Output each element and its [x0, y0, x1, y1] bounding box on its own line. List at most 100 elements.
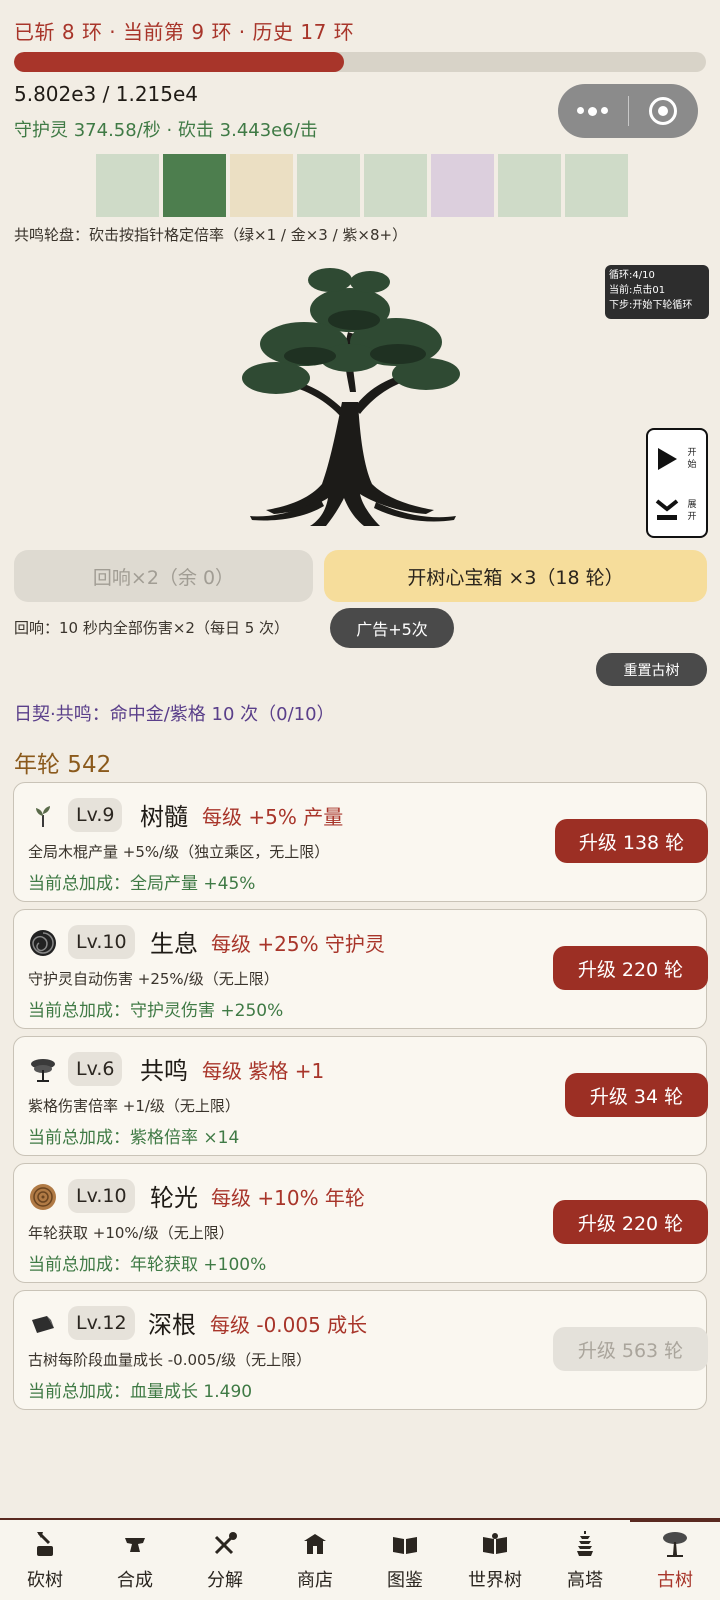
wheel-cell	[364, 154, 427, 217]
nav-item[interactable]: 高塔	[540, 1520, 630, 1600]
tree-hp-text: 5.802e3 / 1.215e4	[14, 82, 199, 106]
upgrade-total-bonus: 当前总加成：血量成长 1.490	[28, 1382, 253, 1402]
upgrade-total-bonus: 当前总加成：全局产量 +45%	[28, 874, 256, 894]
nav-item[interactable]: 世界树	[450, 1520, 540, 1600]
nav-label: 高塔	[567, 1570, 603, 1591]
nav-label: 分解	[207, 1570, 243, 1591]
loop-current: 当前:点击01	[609, 285, 666, 296]
miniprogram-capsule	[558, 84, 698, 138]
ancient-tree[interactable]	[230, 262, 470, 528]
nav-item[interactable]: 古树	[630, 1518, 720, 1600]
wood-ring-icon	[28, 1182, 58, 1212]
upgrade-total-bonus: 当前总加成：紫格倍率 ×14	[28, 1128, 240, 1148]
axe-stump-icon	[30, 1530, 60, 1558]
upgrade-card: Lv.10 轮光 每级 +10% 年轮 年轮获取 +10%/级（无上限） 当前总加成：年…	[13, 1163, 708, 1283]
auto-play-expand[interactable]: 展开	[648, 486, 706, 536]
anvil-icon	[120, 1530, 150, 1558]
nav-label: 世界树	[468, 1570, 522, 1591]
bottom-nav: 砍树 合成 分解 商店 图鉴 世界树 高塔 古树	[0, 1518, 720, 1600]
open-chest-button[interactable]: 开树心宝箱 ×3（18 轮）	[324, 550, 707, 602]
loop-count: 循环:4/10	[609, 270, 655, 281]
more-menu-icon[interactable]	[558, 106, 628, 116]
upgrade-level: Lv.6	[68, 1052, 123, 1086]
swirl-icon	[28, 928, 58, 958]
upgrade-total-bonus: 当前总加成：守护灵伤害 +250%	[28, 1001, 284, 1021]
upgrade-description: 守护灵自动伤害 +25%/级（无上限）	[28, 970, 279, 988]
nav-label: 砍树	[27, 1570, 63, 1591]
reset-tree-button[interactable]: 重置古树	[596, 653, 707, 686]
start-label: 开始	[687, 448, 697, 470]
stage-status: 已斩 8 环 · 当前第 9 环 · 历史 17 环	[14, 20, 355, 44]
wheel-cell	[96, 154, 159, 217]
nav-item[interactable]: 砍树	[0, 1520, 90, 1600]
upgrade-card: Lv.12 深根 每级 -0.005 成长古树每阶段血量成长 -0.005/级（无上…	[13, 1290, 708, 1410]
book-icon	[390, 1530, 420, 1558]
upgrade-button[interactable]: 升级 138 轮	[555, 819, 708, 863]
upgrade-name: 共鸣	[140, 1057, 188, 1085]
close-miniprogram-icon[interactable]	[629, 97, 699, 125]
tree-hp-bar	[14, 52, 706, 72]
play-icon	[648, 446, 686, 472]
expand-label: 展开	[687, 500, 697, 522]
auto-play-start[interactable]: 开始	[648, 434, 706, 484]
collapse-down-icon	[648, 498, 686, 524]
upgrade-button[interactable]: 升级 563 轮	[553, 1327, 708, 1371]
echo-button[interactable]: 回响×2（余 0）	[14, 550, 313, 602]
upgrade-per-level: 每级 -0.005 成长	[210, 1313, 368, 1337]
pagoda-icon	[570, 1530, 600, 1558]
upgrade-card: Lv.9 树髓 每级 +5% 产量全局木棍产量 +5%/级（独立乘区，无上限） 当前总…	[13, 782, 708, 902]
upgrade-card: Lv.6 共鸣 每级 紫格 +1 紫格伤害倍率 +1/级（无上限） 当前总加成：紫格倍率…	[13, 1036, 708, 1156]
wheel-cell	[431, 154, 494, 217]
upgrade-description: 古树每阶段血量成长 -0.005/级（无上限）	[28, 1351, 312, 1369]
upgrade-total-bonus: 当前总加成：年轮获取 +100%	[28, 1255, 267, 1275]
upgrade-name: 深根	[148, 1311, 196, 1339]
nav-item[interactable]: 图鉴	[360, 1520, 450, 1600]
loop-info-panel: 循环:4/10 当前:点击01 下步:开始下轮循环	[605, 265, 709, 319]
wheel-cell	[297, 154, 360, 217]
rings-count: 年轮 542	[14, 752, 112, 778]
upgrade-level: Lv.10	[68, 1179, 135, 1213]
upgrade-button[interactable]: 升级 220 轮	[553, 946, 708, 990]
sprout-icon	[28, 801, 58, 831]
upgrade-name: 轮光	[150, 1184, 198, 1212]
wheel-cell	[163, 154, 226, 217]
damage-stats: 守护灵 374.58/秒 · 砍击 3.443e6/击	[14, 120, 318, 141]
nav-item[interactable]: 合成	[90, 1520, 180, 1600]
loop-next: 下步:开始下轮循环	[609, 300, 693, 311]
wheel-cell	[230, 154, 293, 217]
ancient-tree-icon	[660, 1530, 690, 1558]
upgrade-button[interactable]: 升级 220 轮	[553, 1200, 708, 1244]
echo-description: 回响：10 秒内全部伤害×2（每日 5 次）	[14, 619, 290, 637]
upgrade-description: 年轮获取 +10%/级（无上限）	[28, 1224, 234, 1242]
upgrade-per-level: 每级 +5% 产量	[202, 805, 344, 829]
daily-quest: 日契·共鸣：命中金/紫格 10 次（0/10）	[14, 704, 335, 725]
root-icon	[28, 1309, 58, 1339]
nav-item[interactable]: 商店	[270, 1520, 360, 1600]
wheel-cell	[565, 154, 628, 217]
upgrade-level: Lv.9	[68, 798, 123, 832]
upgrade-level: Lv.12	[68, 1306, 135, 1340]
resonance-wheel	[96, 154, 628, 217]
world-book-icon	[480, 1530, 510, 1558]
tree-icon	[28, 1055, 58, 1085]
nav-label: 图鉴	[387, 1570, 423, 1591]
upgrade-card: Lv.10 生息 每级 +25% 守护灵守护灵自动伤害 +25%/级（无上限） 当前总…	[13, 909, 708, 1029]
nav-label: 合成	[117, 1570, 153, 1591]
ad-bonus-button[interactable]: 广告+5次	[330, 608, 454, 648]
auto-play-panel: 开始 展开	[646, 428, 708, 538]
wheel-cell	[498, 154, 561, 217]
nav-label: 古树	[657, 1570, 693, 1591]
nav-item[interactable]: 分解	[180, 1520, 270, 1600]
upgrade-per-level: 每级 紫格 +1	[202, 1059, 325, 1083]
nav-label: 商店	[297, 1570, 333, 1591]
upgrade-description: 紫格伤害倍率 +1/级（无上限）	[28, 1097, 240, 1115]
upgrade-button[interactable]: 升级 34 轮	[565, 1073, 708, 1117]
upgrade-level: Lv.10	[68, 925, 135, 959]
upgrade-description: 全局木棍产量 +5%/级（独立乘区，无上限）	[28, 843, 330, 861]
tools-icon	[210, 1530, 240, 1558]
upgrade-per-level: 每级 +25% 守护灵	[211, 932, 385, 956]
upgrade-name: 生息	[150, 930, 198, 958]
tree-hp-fill	[14, 52, 345, 72]
upgrade-name: 树髓	[140, 803, 188, 831]
shop-icon	[300, 1530, 330, 1558]
